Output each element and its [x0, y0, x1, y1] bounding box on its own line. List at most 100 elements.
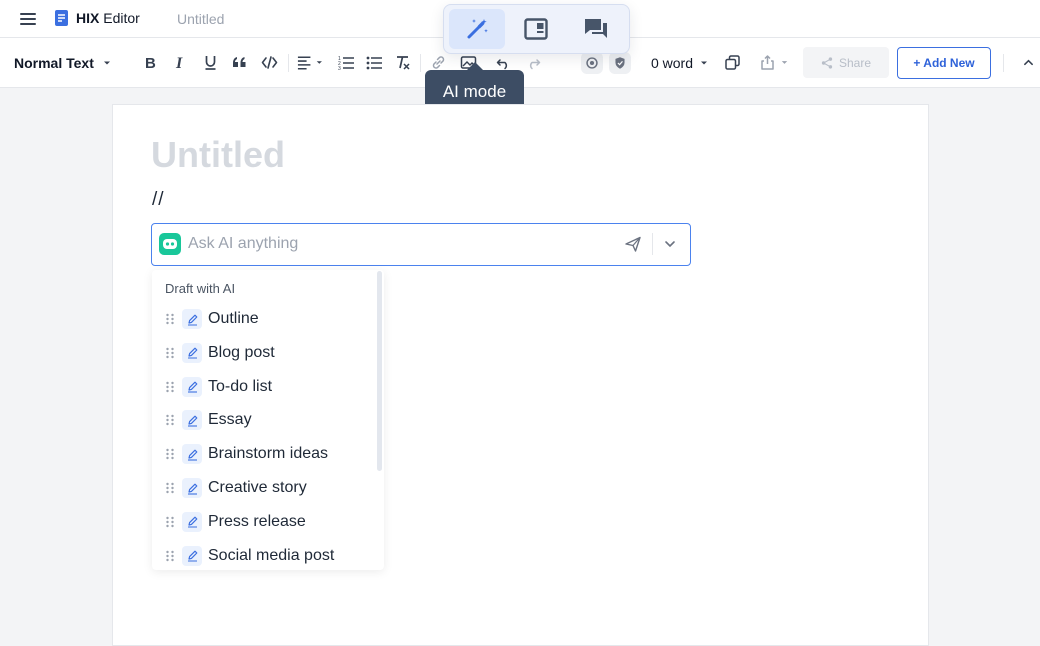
add-new-button[interactable]: + Add New [897, 47, 991, 79]
italic-icon: I [175, 55, 183, 71]
chevron-down-icon [665, 241, 675, 248]
draft-menu-item[interactable]: Press release [152, 506, 378, 538]
caret-down-icon [103, 61, 110, 64]
caret-down-icon [317, 61, 323, 64]
svg-text:B: B [145, 55, 156, 71]
bold-icon: B [145, 55, 156, 71]
ai-mode-button[interactable] [449, 9, 505, 49]
undo-icon [496, 59, 507, 70]
share-button[interactable]: Share [803, 47, 889, 78]
export-select[interactable] [757, 38, 790, 87]
ask-options-button[interactable] [663, 237, 677, 251]
drag-handle-icon[interactable] [165, 448, 175, 460]
copy-button[interactable] [723, 38, 741, 87]
detector-icon [586, 56, 598, 69]
draft-menu-item-label: Blog post [208, 343, 275, 361]
clear-format-button[interactable] [393, 38, 411, 87]
shield-icon [615, 56, 625, 69]
draft-menu-item[interactable]: To-do list [152, 371, 378, 403]
draft-menu-item[interactable]: Creative story [152, 472, 378, 504]
drag-handle-icon[interactable] [165, 516, 175, 528]
underline-button[interactable] [201, 38, 219, 87]
pencil-icon [182, 376, 202, 397]
export-icon [760, 55, 774, 70]
drag-handle-icon[interactable] [165, 482, 175, 494]
drag-handle-icon[interactable] [165, 381, 175, 393]
send-icon [625, 236, 641, 252]
tooltip-arrow [467, 62, 483, 70]
layout-mode-button[interactable] [508, 9, 564, 49]
panel-layout-icon [524, 18, 548, 40]
code-button[interactable] [260, 38, 278, 87]
draft-menu-item-label: Creative story [208, 479, 307, 496]
hamburger-menu-icon[interactable] [19, 10, 37, 28]
svg-text:3: 3 [338, 66, 341, 71]
editor-text[interactable]: // [152, 189, 165, 211]
pencil-icon [182, 309, 202, 329]
text-style-select[interactable]: Normal Text [14, 38, 112, 87]
chat-icon [585, 19, 607, 38]
text-style-label: Normal Text [14, 54, 94, 71]
drag-handle-icon[interactable] [165, 347, 175, 359]
word-count-select[interactable]: 0 word [648, 38, 712, 87]
pencil-icon [182, 511, 202, 532]
draft-menu-item-label: To-do list [208, 377, 273, 395]
document-title[interactable]: Untitled [151, 134, 285, 176]
magic-wand-icon [467, 19, 488, 39]
menu-header: Draft with AI [165, 281, 236, 296]
draft-menu-item[interactable]: Brainstorm ideas [152, 438, 378, 470]
link-icon [432, 56, 444, 69]
code-icon [261, 56, 277, 69]
share-label: Share [838, 55, 872, 70]
underline-icon [205, 56, 215, 70]
chat-mode-button[interactable] [568, 9, 624, 49]
draft-menu-item[interactable]: Social media post [152, 540, 378, 570]
caret-down-icon [701, 61, 708, 64]
draft-menu-item-label: Brainstorm ideas [208, 445, 329, 463]
collapse-toolbar-button[interactable] [1020, 38, 1036, 87]
draft-menu-item[interactable]: Essay [152, 404, 378, 436]
pencil-icon [182, 478, 202, 498]
align-select[interactable] [296, 38, 324, 87]
caret-down-icon [781, 61, 787, 64]
pencil-icon [182, 444, 202, 465]
mode-switcher [443, 4, 630, 54]
menu-scrollbar[interactable] [377, 271, 382, 471]
send-button[interactable] [624, 235, 642, 253]
hix-logo-icon [54, 9, 70, 27]
pencil-icon [182, 545, 202, 566]
copy-icon [724, 55, 740, 70]
draft-menu-item[interactable]: Outline [152, 303, 378, 335]
drag-handle-icon[interactable] [165, 550, 175, 562]
pencil-icon [182, 410, 202, 431]
document-name[interactable]: Untitled [177, 11, 224, 27]
bullet-list-button[interactable] [365, 38, 383, 87]
ask-ai-input[interactable] [188, 232, 608, 256]
chevron-up-icon [1023, 59, 1033, 66]
draft-menu-item-label: Outline [208, 310, 259, 327]
ai-bot-icon [159, 233, 181, 255]
pencil-icon [182, 342, 202, 363]
clear-format-icon [396, 56, 410, 70]
ask-ai-box [151, 223, 691, 266]
word-count-label: 0 word [650, 54, 694, 71]
toolbar-divider [1003, 54, 1004, 72]
align-left-icon [297, 56, 311, 70]
draft-menu-item-label: Social media post [208, 546, 335, 564]
drag-handle-icon[interactable] [165, 313, 175, 325]
draft-menu-item-label: Essay [208, 411, 252, 429]
draft-menu-item[interactable]: Blog post [152, 337, 378, 369]
redo-icon [529, 59, 540, 70]
bullet-list-icon [366, 56, 382, 70]
draft-with-ai-menu: Draft with AI Outline Blog post To-do list… [152, 270, 384, 570]
drag-handle-icon[interactable] [165, 414, 175, 426]
ask-divider [652, 233, 653, 255]
bold-button[interactable]: B [141, 38, 159, 87]
numbered-list-button[interactable]: 123 [337, 38, 355, 87]
italic-button[interactable]: I [171, 38, 189, 87]
share-icon [821, 56, 833, 69]
toolbar-divider [288, 54, 289, 72]
app-brand: HIX Editor [76, 10, 140, 26]
draft-menu-item-label: Press release [208, 512, 306, 530]
quote-button[interactable] [230, 38, 248, 87]
